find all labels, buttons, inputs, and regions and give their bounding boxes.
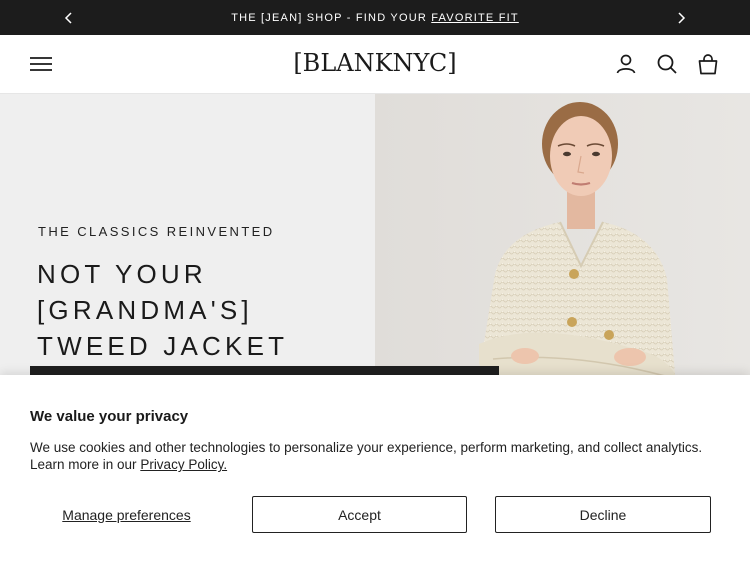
search-icon [657,54,677,74]
chevron-right-icon [678,12,686,24]
privacy-policy-link[interactable]: Privacy Policy. [140,457,227,472]
site-logo[interactable]: [BLANKNYC] [293,49,456,77]
search-button[interactable] [655,52,679,76]
announcement-bar: THE [JEAN] SHOP - FIND YOUR FAVORITE FIT [0,0,750,35]
announcement-message: THE [JEAN] SHOP - FIND YOUR FAVORITE FIT [231,12,519,24]
cart-button[interactable] [696,52,720,76]
hero-headline: NOT YOUR [GRANDMA'S] TWEED JACKET [37,256,288,364]
cookie-banner-title: We value your privacy [30,408,189,425]
menu-icon [30,57,52,71]
menu-button[interactable] [29,53,53,75]
announcement-next-button[interactable] [671,8,691,28]
announcement-text: THE [JEAN] SHOP - FIND YOUR [231,11,432,24]
cookie-banner-text: We use cookies and other technologies to… [30,440,703,472]
manage-preferences-button[interactable]: Manage preferences [30,496,223,533]
bag-icon [698,54,718,75]
account-button[interactable] [614,52,638,76]
hero-headline-line: NOT YOUR [37,259,207,289]
account-icon [616,54,636,74]
cookie-banner-body: We use cookies and other technologies to… [30,439,710,473]
cookie-consent-banner: We value your privacy We use cookies and… [0,375,750,563]
site-header: [BLANKNYC] [0,35,750,94]
decline-button[interactable]: Decline [495,496,711,533]
favorite-fit-link[interactable]: FAVORITE FIT [431,12,519,24]
accept-button[interactable]: Accept [252,496,467,533]
hero-headline-line: TWEED JACKET [37,331,289,361]
announcement-prev-button[interactable] [59,8,79,28]
hero-eyebrow: THE CLASSICS REINVENTED [38,224,275,239]
chevron-left-icon [64,12,72,24]
hero-headline-line: [GRANDMA'S] [37,295,253,325]
